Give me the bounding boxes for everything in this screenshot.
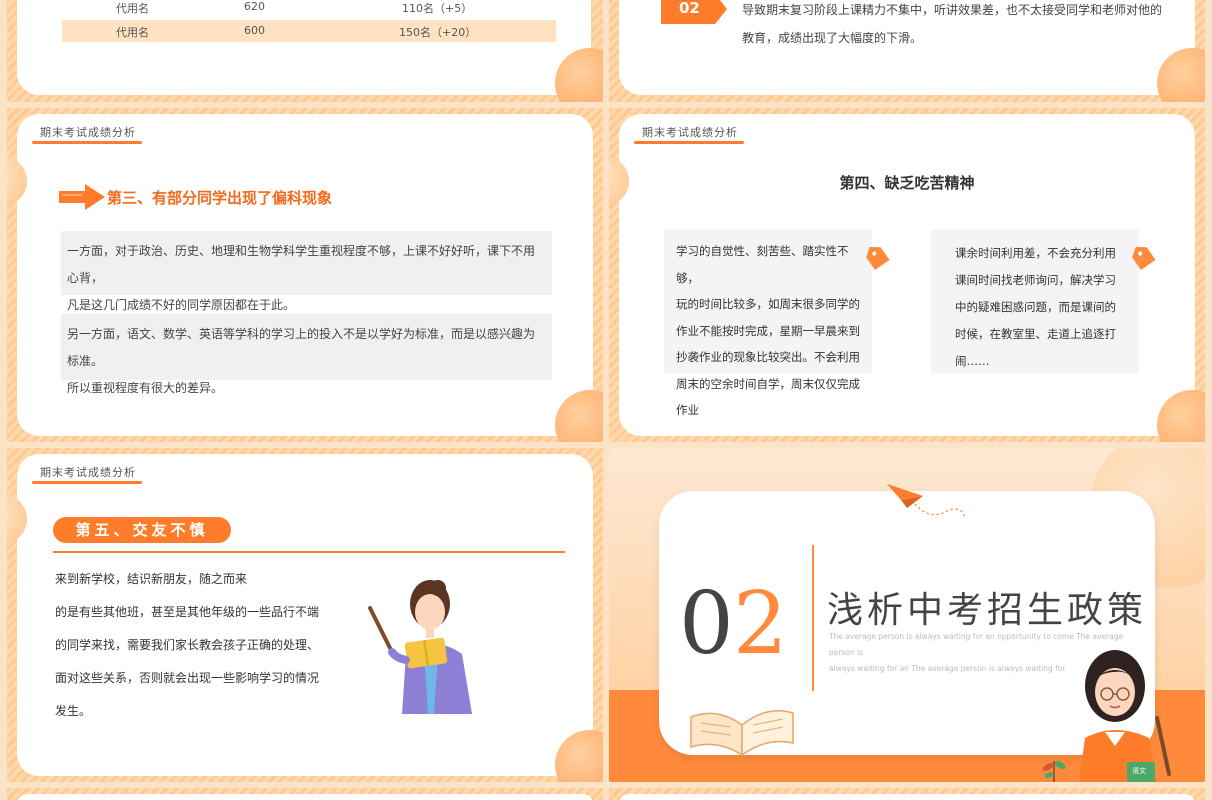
- slide-8-card-edge: [619, 794, 1195, 800]
- table-row: 代用名 600 150名（+20）: [62, 20, 556, 42]
- paragraph-line: 的是有些其他班，甚至是其他年级的一些品行不端: [55, 605, 320, 619]
- text-box-left: 学习的自觉性、刻苦些、踏实性不够， 玩的时间比较多，如周末很多同学的 作业不能按…: [664, 230, 872, 417]
- text-line: 一方面，对于政治、历史、地理和生物学科学生重视程度不够，上课不好好听，课下不用心…: [67, 244, 536, 285]
- section-tag: 期末考试成绩分析: [32, 124, 142, 144]
- text-line: 所以重视程度有很大的差异。: [67, 381, 224, 395]
- section-tag-text: 期末考试成绩分析: [40, 126, 136, 139]
- text-line: 抄袭作业的现象比较突出。不会利用: [676, 350, 860, 364]
- slide-2[interactable]: 02 导致期末复习阶段上课精力不集中，听讲效果差，也不太接受同学和老师对他的 教…: [609, 0, 1205, 102]
- section-tag: 期末考试成绩分析: [32, 464, 142, 484]
- rank-cell: 110名（+5）: [402, 2, 473, 15]
- section-number-second-digit: 2: [733, 574, 788, 674]
- text-box: 一方面，对于政治、历史、地理和生物学科学生重视程度不够，上课不好好听，课下不用心…: [61, 231, 552, 312]
- divider-line: [812, 545, 814, 691]
- text-box-right: 课余时间利用差，不会充分利用 课间时间找老师询问，解决学习 中的疑难困惑问题，而…: [931, 230, 1139, 373]
- score-cell: 600: [244, 24, 265, 37]
- arrow-icon: [59, 184, 105, 210]
- slide-8-edge: [609, 788, 1205, 800]
- student-illustration: [1079, 650, 1171, 782]
- text-line: 中的疑难困惑问题，而是课间的: [955, 300, 1116, 314]
- text-box: 另一方面，语文、数学、英语等学科的学习上的投入不是以学好为标准，而是以感兴趣为标…: [61, 314, 552, 395]
- paper-plane-icon: [887, 484, 966, 519]
- tag-underline: [32, 481, 142, 484]
- section-number-first-digit: 0: [679, 574, 734, 674]
- name-cell: 代用名: [116, 26, 149, 39]
- text-line: 另一方面，语文、数学、英语等学科的学习上的投入不是以学好为标准，而是以感兴趣为标…: [67, 327, 536, 368]
- text-line: 闹……: [955, 354, 990, 368]
- section-title-pill: 第五、交友不慎: [53, 517, 231, 543]
- section-tag: 期末考试成绩分析: [634, 124, 744, 144]
- text-line: 作业: [676, 403, 699, 417]
- rank-cell: 150名（+20）: [399, 26, 477, 39]
- text-line: 作业不能按时完成，星期一早晨来到: [676, 323, 860, 338]
- tag-underline: [634, 141, 744, 144]
- slide-7-edge: [7, 788, 603, 800]
- paragraph-line: 导致期末复习阶段上课精力不集中，听讲效果差，也不太接受同学和老师对他的: [742, 3, 1163, 17]
- slide-5[interactable]: 期末考试成绩分析 第五、交友不慎 来到新学校，结识新朋友，随之而来 的是有些其他…: [7, 448, 603, 782]
- paragraph-line: 发生。: [55, 704, 92, 718]
- book-illustration: [690, 710, 794, 757]
- section-title: 浅析中考招生政策: [827, 590, 1148, 631]
- paragraph-line: 的同学来找，需要我们家长教会孩子正确的处理、: [55, 638, 320, 652]
- slide-6[interactable]: 0 2 浅析中考招生政策 The average person is alway…: [609, 448, 1205, 782]
- text-line: 课间时间找老师询问，解决学习: [955, 273, 1116, 287]
- text-line: 玩的时间比较多，如周末很多同学的: [676, 297, 860, 311]
- section-title: 第三、有部分同学出现了偏科现象: [107, 189, 333, 207]
- slide-3[interactable]: 期末考试成绩分析 第三、有部分同学出现了偏科现象 一方面，对于政治、历史、地理和…: [7, 108, 603, 442]
- number-badge: 02: [661, 0, 727, 24]
- text-line: 时候，在教室里、走道上追逐打: [955, 327, 1116, 341]
- section-tag-text: 期末考试成绩分析: [642, 126, 738, 139]
- name-cell: 代用名: [116, 2, 149, 15]
- text-line: 周末的空余时间自学，周末仅仅完成: [676, 376, 860, 391]
- text-line: 课余时间利用差，不会充分利用: [955, 246, 1116, 260]
- book-label: 语文: [1132, 767, 1146, 775]
- section-tag-text: 期末考试成绩分析: [40, 466, 136, 479]
- paragraph-line: 面对这些关系，否则就会出现一些影响学习的情况: [55, 671, 320, 685]
- section-title: 第四、缺乏吃苦精神: [839, 174, 975, 192]
- teacher-illustration: [368, 580, 472, 714]
- plant-icon: [1042, 761, 1066, 782]
- slide-1[interactable]: 代用名 620 110名（+5） 代用名 600 150名（+20）: [7, 0, 603, 102]
- paragraph: 导致期末复习阶段上课精力不集中，听讲效果差，也不太接受同学和老师对他的 教育，成…: [742, 0, 1182, 52]
- slide-7-card-edge: [17, 794, 593, 800]
- tag-underline: [32, 141, 142, 144]
- paragraph: 来到新学校，结识新朋友，随之而来 的是有些其他班，甚至是其他年级的一些品行不端 …: [55, 563, 355, 728]
- slide-4[interactable]: 期末考试成绩分析 第四、缺乏吃苦精神 学习的自觉性、刻苦些、踏实性不够， 玩的时…: [609, 108, 1205, 442]
- title-underline: [53, 551, 565, 553]
- paragraph-line: 来到新学校，结识新朋友，随之而来: [55, 572, 248, 586]
- text-line: 学习的自觉性、刻苦些、踏实性不够，: [676, 244, 849, 285]
- table-row: 代用名 620 110名（+5）: [62, 0, 556, 18]
- paragraph-line: 教育，成绩出现了大幅度的下滑。: [742, 31, 923, 45]
- score-cell: 620: [244, 0, 265, 13]
